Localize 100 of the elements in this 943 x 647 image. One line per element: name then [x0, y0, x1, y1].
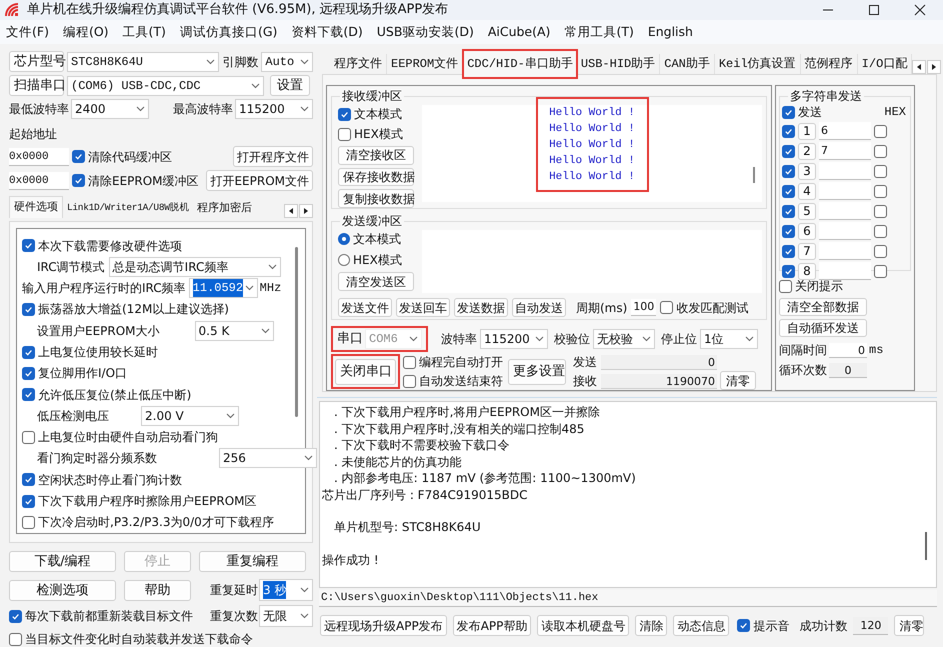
checkbox[interactable] — [22, 302, 35, 316]
menu-item[interactable]: 文件(F) — [6, 22, 49, 42]
button[interactable]: 清空全部数据 — [779, 298, 867, 316]
checkbox[interactable] — [22, 473, 35, 486]
button[interactable]: 1 — [798, 122, 816, 140]
string-field[interactable] — [819, 162, 871, 180]
checkbox[interactable] — [22, 430, 35, 444]
button[interactable]: 打开EEPROM文件 — [206, 170, 313, 191]
button[interactable]: 发送回车 — [396, 298, 450, 317]
button[interactable]: 检测选项 — [9, 580, 116, 600]
button[interactable]: 清空发送区 — [338, 272, 414, 291]
checkbox[interactable] — [338, 128, 351, 140]
checkbox[interactable] — [782, 164, 795, 178]
scrollbar-thumb[interactable] — [753, 167, 755, 183]
tab[interactable]: CDC/HID-串口助手 — [463, 50, 577, 78]
checkbox[interactable] — [782, 204, 795, 218]
dropdown[interactable]: 总是动态调节IRC频率 — [108, 256, 281, 277]
menu-item[interactable]: English — [648, 22, 693, 42]
button[interactable]: 复制接收数据 — [338, 189, 414, 208]
interval-field[interactable]: 0 — [829, 342, 867, 358]
button[interactable]: 3 — [798, 162, 816, 180]
string-field[interactable] — [819, 242, 871, 260]
button[interactable]: 设置 — [270, 75, 310, 96]
button[interactable]: 下载/编程 — [9, 551, 116, 572]
dropdown[interactable]: STC8H8K64U — [67, 52, 220, 72]
checkbox[interactable] — [874, 144, 887, 158]
checkbox[interactable] — [72, 150, 85, 163]
button[interactable]: 更多设置 — [508, 358, 566, 384]
checkbox[interactable] — [782, 244, 795, 258]
button[interactable]: 扫描串口 — [9, 75, 64, 96]
checkbox[interactable] — [660, 301, 674, 314]
checkbox[interactable] — [403, 356, 416, 368]
menu-item[interactable]: 编程(O) — [62, 22, 109, 42]
button[interactable]: 重复编程 — [199, 551, 306, 572]
checkbox[interactable] — [9, 610, 22, 622]
checkbox[interactable] — [22, 388, 35, 402]
button[interactable]: 芯片型号 — [9, 51, 64, 72]
address-field[interactable]: 0x0000 — [9, 148, 69, 166]
checkbox[interactable] — [874, 164, 887, 178]
button[interactable]: 6 — [798, 222, 816, 240]
button[interactable]: 帮助 — [124, 580, 191, 600]
button[interactable]: 打开程序文件 — [233, 146, 313, 167]
checkbox[interactable] — [782, 106, 795, 118]
dropdown[interactable]: 无限 — [259, 605, 313, 627]
button[interactable]: 清零 — [720, 371, 756, 390]
checkbox[interactable] — [874, 264, 887, 278]
scrollbar-thumb[interactable] — [295, 247, 298, 417]
checkbox[interactable] — [874, 124, 887, 138]
string-field[interactable] — [819, 202, 871, 220]
string-field[interactable]: 7 — [819, 142, 871, 160]
button[interactable]: 自动循环发送 — [779, 319, 867, 337]
menu-item[interactable]: 调试仿真接口(G) — [180, 22, 278, 42]
button[interactable]: 动态信息 — [673, 615, 730, 636]
button[interactable]: 读取本机硬盘号 — [537, 615, 630, 636]
checkbox[interactable] — [72, 174, 85, 187]
menu-item[interactable]: 常用工具(T) — [564, 22, 634, 42]
scroll-right-icon[interactable] — [299, 204, 313, 218]
address-field[interactable]: 0x0000 — [9, 172, 69, 190]
button[interactable]: 清空接收区 — [338, 146, 414, 165]
checkbox[interactable] — [874, 204, 887, 218]
button[interactable]: 清零 — [894, 615, 924, 636]
checkbox[interactable] — [874, 224, 887, 238]
dropdown[interactable]: 2.00 V — [141, 406, 239, 426]
menu-item[interactable]: USB驱动安装(D) — [376, 22, 474, 42]
dropdown[interactable]: 3 秒 — [259, 579, 313, 601]
button[interactable]: 2 — [798, 142, 816, 160]
dropdown[interactable]: Auto — [261, 52, 313, 72]
scroll-right-icon[interactable] — [927, 60, 942, 74]
checkbox[interactable] — [22, 494, 35, 508]
checkbox[interactable] — [874, 184, 887, 198]
checkbox[interactable] — [782, 264, 795, 278]
menu-item[interactable]: AiCube(A) — [488, 22, 550, 42]
button[interactable]: 发送数据 — [454, 298, 508, 317]
dropdown[interactable]: 115200 — [235, 99, 313, 119]
button[interactable]: 发布APP帮助 — [452, 615, 532, 636]
radio-button[interactable] — [338, 254, 350, 266]
button[interactable]: 8 — [798, 262, 816, 280]
checkbox[interactable] — [403, 374, 416, 388]
radio-button[interactable] — [338, 233, 350, 245]
button[interactable]: 7 — [798, 242, 816, 260]
string-field[interactable] — [819, 222, 871, 240]
button[interactable]: 远程现场升级APP发布 — [320, 615, 447, 636]
checkbox[interactable] — [9, 632, 22, 646]
dropdown[interactable]: (COM6) USB-CDC,CDC — [67, 76, 264, 96]
dropdown[interactable]: 256 — [219, 448, 317, 468]
dropdown[interactable]: 无校验 — [593, 329, 655, 349]
button[interactable]: 关闭串口 — [335, 358, 396, 385]
button[interactable]: 自动发送 — [512, 298, 566, 317]
checkbox[interactable] — [22, 516, 35, 529]
checkbox[interactable] — [782, 124, 795, 138]
string-field[interactable] — [819, 182, 871, 200]
period-field[interactable]: 100 — [631, 299, 656, 316]
checkbox[interactable] — [737, 619, 750, 632]
button[interactable]: 发送文件 — [338, 298, 392, 317]
tab[interactable]: Link1D/Writer1A/U8W脱机 — [63, 198, 194, 218]
scroll-left-icon[interactable] — [912, 60, 926, 74]
loop-field[interactable]: 0 — [829, 362, 867, 378]
dropdown[interactable]: 11.0592 — [188, 278, 258, 298]
button[interactable]: 清除 — [635, 615, 668, 636]
dropdown[interactable]: 115200 — [480, 329, 548, 349]
